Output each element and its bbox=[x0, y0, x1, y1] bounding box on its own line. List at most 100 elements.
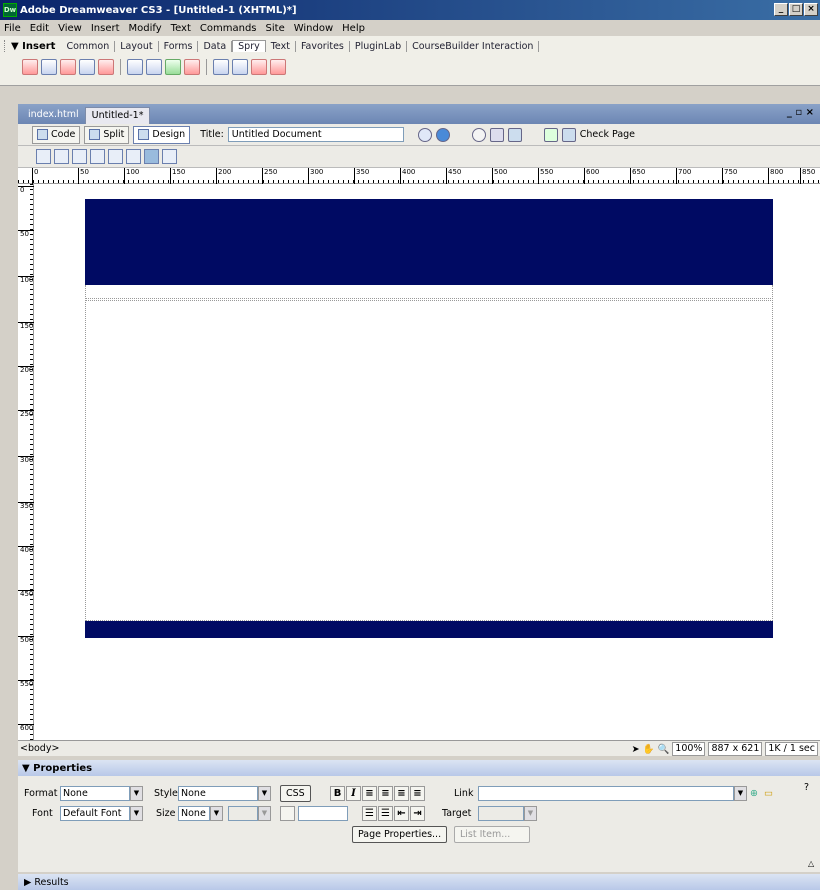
zoom-select[interactable]: 100% bbox=[672, 742, 706, 756]
spry-select-icon[interactable] bbox=[146, 59, 162, 75]
spry-table-icon[interactable] bbox=[98, 59, 114, 75]
tab-spry[interactable]: Spry bbox=[232, 40, 266, 52]
link-input[interactable] bbox=[478, 786, 734, 801]
file-management-icon[interactable] bbox=[417, 127, 432, 142]
select-tool-icon[interactable]: ➤ bbox=[632, 744, 640, 755]
spry-collapsible-panel-icon[interactable] bbox=[270, 59, 286, 75]
properties-panel-header[interactable]: ▼ Properties bbox=[18, 760, 820, 776]
design-view-button[interactable]: Design bbox=[133, 125, 191, 144]
render-projection-icon[interactable] bbox=[90, 149, 105, 164]
grip-handle[interactable] bbox=[4, 40, 7, 52]
design-time-css-icon[interactable] bbox=[162, 149, 177, 164]
menu-edit[interactable]: Edit bbox=[30, 23, 49, 34]
render-tty-icon[interactable] bbox=[108, 149, 123, 164]
preview-browser-icon[interactable] bbox=[435, 127, 450, 142]
style-dropdown-arrow[interactable]: ▼ bbox=[258, 786, 271, 801]
unordered-list-icon[interactable]: ☰ bbox=[362, 806, 377, 821]
tab-data[interactable]: Data bbox=[198, 40, 233, 52]
font-dropdown-arrow[interactable]: ▼ bbox=[130, 806, 143, 821]
tab-pluginlab[interactable]: PluginLab bbox=[350, 40, 408, 52]
tag-selector-body[interactable]: <body> bbox=[20, 743, 59, 754]
size-dropdown-arrow[interactable]: ▼ bbox=[210, 806, 223, 821]
menu-window[interactable]: Window bbox=[294, 23, 333, 34]
page-properties-button[interactable]: Page Properties... bbox=[352, 826, 448, 843]
tab-common[interactable]: Common bbox=[61, 40, 116, 52]
document-title-input[interactable]: Untitled Document bbox=[227, 127, 404, 142]
tab-coursebuilder[interactable]: CourseBuilder Interaction bbox=[407, 40, 540, 52]
text-color-swatch[interactable] bbox=[280, 806, 295, 821]
format-select[interactable]: None bbox=[60, 786, 130, 801]
style-select[interactable]: None bbox=[178, 786, 258, 801]
check-page-button[interactable]: Check Page bbox=[580, 129, 635, 140]
hand-tool-icon[interactable]: ✋ bbox=[643, 744, 655, 755]
nav-div-outline[interactable] bbox=[85, 285, 773, 299]
ordered-list-icon[interactable]: ☰ bbox=[378, 806, 393, 821]
render-handheld-icon[interactable] bbox=[72, 149, 87, 164]
doc-tab-untitled[interactable]: Untitled-1* bbox=[84, 107, 151, 124]
spry-textarea-icon[interactable] bbox=[184, 59, 200, 75]
tab-text[interactable]: Text bbox=[266, 40, 296, 52]
render-screen-icon[interactable] bbox=[36, 149, 51, 164]
italic-button[interactable]: I bbox=[346, 786, 361, 801]
header-banner[interactable] bbox=[85, 199, 773, 285]
zoom-tool-icon[interactable]: 🔍 bbox=[657, 744, 669, 755]
split-view-button[interactable]: Split bbox=[84, 125, 130, 144]
validate-markup-icon[interactable] bbox=[543, 127, 558, 142]
browse-folder-icon[interactable]: ▭ bbox=[764, 786, 773, 801]
menu-text[interactable]: Text bbox=[171, 23, 191, 34]
check-page-icon[interactable] bbox=[561, 127, 576, 142]
format-dropdown-arrow[interactable]: ▼ bbox=[130, 786, 143, 801]
spry-repeat-icon[interactable] bbox=[60, 59, 76, 75]
spry-checkbox-icon[interactable] bbox=[165, 59, 181, 75]
menu-modify[interactable]: Modify bbox=[129, 23, 162, 34]
point-to-file-icon[interactable]: ⊕ bbox=[750, 786, 758, 801]
menu-help[interactable]: Help bbox=[342, 23, 365, 34]
footer-banner[interactable] bbox=[85, 621, 773, 638]
menu-commands[interactable]: Commands bbox=[200, 23, 257, 34]
spry-region-icon[interactable] bbox=[41, 59, 57, 75]
document-window-controls[interactable]: _ ▫ × bbox=[787, 107, 814, 118]
spry-tabbed-panels-icon[interactable] bbox=[232, 59, 248, 75]
design-canvas[interactable] bbox=[34, 184, 820, 740]
align-justify-icon[interactable]: ≡ bbox=[410, 786, 425, 801]
indent-icon[interactable]: ⇥ bbox=[410, 806, 425, 821]
align-left-icon[interactable]: ≡ bbox=[362, 786, 377, 801]
results-panel-header[interactable]: ▶ Results bbox=[18, 874, 820, 890]
window-size-select[interactable]: 887 x 621 bbox=[708, 742, 763, 756]
text-color-input[interactable] bbox=[298, 806, 348, 821]
size-select[interactable]: None bbox=[178, 806, 210, 821]
menu-file[interactable]: File bbox=[4, 23, 21, 34]
refresh-icon[interactable] bbox=[471, 127, 486, 142]
spry-repeat-list-icon[interactable] bbox=[79, 59, 95, 75]
spry-xml-dataset-icon[interactable] bbox=[22, 59, 38, 75]
insert-bar-label[interactable]: ▼ Insert bbox=[11, 41, 55, 52]
render-tv-icon[interactable] bbox=[126, 149, 141, 164]
menu-site[interactable]: Site bbox=[266, 23, 285, 34]
content-div-outline[interactable] bbox=[85, 300, 773, 621]
visual-aids-icon[interactable] bbox=[507, 127, 522, 142]
spry-accordion-icon[interactable] bbox=[251, 59, 267, 75]
close-button[interactable]: × bbox=[804, 3, 818, 16]
spry-menubar-icon[interactable] bbox=[213, 59, 229, 75]
tab-layout[interactable]: Layout bbox=[115, 40, 159, 52]
doc-tab-index[interactable]: index.html bbox=[22, 107, 85, 124]
link-dropdown-arrow[interactable]: ▼ bbox=[734, 786, 747, 801]
bold-button[interactable]: B bbox=[330, 786, 345, 801]
menu-insert[interactable]: Insert bbox=[91, 23, 120, 34]
code-view-button[interactable]: Code bbox=[32, 125, 81, 144]
align-center-icon[interactable]: ≡ bbox=[378, 786, 393, 801]
maximize-button[interactable]: □ bbox=[789, 3, 803, 16]
tab-favorites[interactable]: Favorites bbox=[296, 40, 350, 52]
help-icon[interactable]: ? bbox=[804, 780, 809, 795]
menu-view[interactable]: View bbox=[58, 23, 82, 34]
toggle-css-icon[interactable] bbox=[144, 149, 159, 164]
view-options-icon[interactable] bbox=[489, 127, 504, 142]
spry-text-field-icon[interactable] bbox=[127, 59, 143, 75]
expand-panel-icon[interactable]: △ bbox=[808, 856, 814, 871]
tab-forms[interactable]: Forms bbox=[159, 40, 199, 52]
css-button[interactable]: CSS bbox=[280, 785, 311, 802]
outdent-icon[interactable]: ⇤ bbox=[394, 806, 409, 821]
align-right-icon[interactable]: ≡ bbox=[394, 786, 409, 801]
font-select[interactable]: Default Font bbox=[60, 806, 130, 821]
minimize-button[interactable]: _ bbox=[774, 3, 788, 16]
